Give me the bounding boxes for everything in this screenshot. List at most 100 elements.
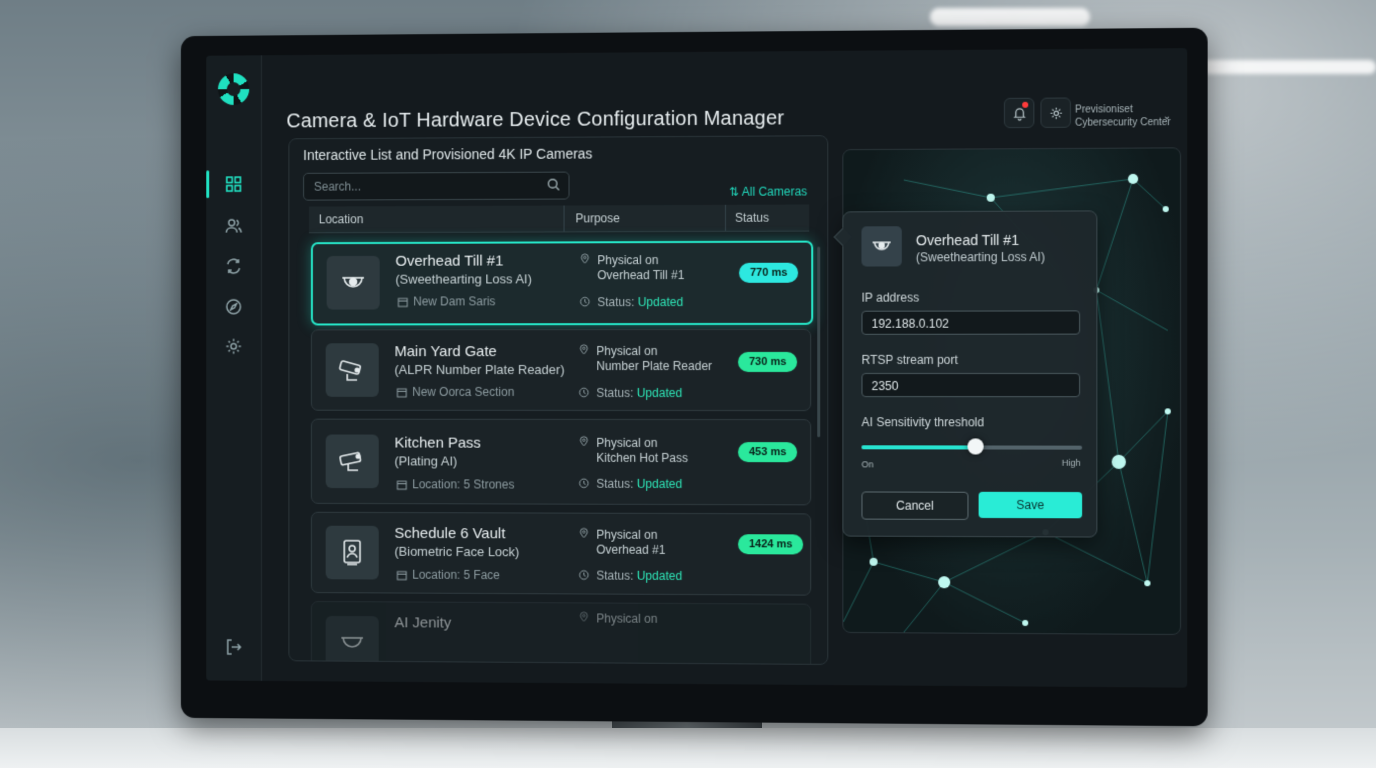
location-pin-icon [579,253,590,264]
ip-address-field[interactable]: 192.188.0.102 [861,310,1080,334]
latency-badge: 730 ms [738,352,797,372]
dome-camera-icon [327,256,380,310]
sensitivity-slider[interactable] [861,445,1082,449]
status-value: Updated [637,477,682,491]
device-purpose: Physical on Overhead Till #1 [597,253,684,283]
gear-icon [1048,105,1063,120]
popover-device-subtitle: (Sweethearting Loss AI) [916,250,1045,264]
purpose-line: Number Plate Reader [596,359,712,374]
device-name: AI Jenity [394,614,451,631]
dome-camera-icon [861,226,901,266]
clock-icon [578,478,589,489]
sidebar-item-dashboard[interactable] [206,164,261,204]
ceiling-light [1180,60,1376,74]
latency-badge: 453 ms [738,442,797,462]
settings-button[interactable] [1040,97,1070,127]
logout-button[interactable] [206,627,261,667]
status-label: Status: [596,477,633,491]
status-value: Updated [638,295,683,309]
device-location: Location: 5 Face [412,568,500,582]
location-pin-icon [578,528,589,539]
purpose-line: Physical on [596,436,688,451]
app-window: Camera & IoT Hardware Device Configurati… [206,48,1187,688]
filter-all-cameras[interactable]: ⇅ All Cameras [729,184,807,198]
gear-icon [224,336,244,356]
clock-icon [579,296,590,307]
sensitivity-label: AI Sensitivity threshold [861,415,984,429]
cancel-button[interactable]: Cancel [861,491,968,519]
sidebar-item-sync[interactable] [206,246,261,286]
status-label: Status: [597,295,634,309]
sync-icon [224,256,244,276]
device-subtitle: (ALPR Number Plate Reader) [394,362,564,377]
notification-dot [1022,102,1028,108]
desk [0,728,1376,768]
column-divider [564,206,565,232]
app-logo [218,73,249,105]
rtsp-port-field[interactable]: 2350 [861,373,1080,397]
notifications-button[interactable] [1004,98,1034,128]
status-label: Status: [596,569,633,583]
sidebar [206,55,262,681]
device-name: Kitchen Pass [394,435,480,452]
column-purpose[interactable]: Purpose [575,211,619,225]
column-location[interactable]: Location [319,212,364,226]
chevron-down-icon[interactable]: ⌄ [1163,111,1172,122]
device-status: Status: Updated [596,386,682,400]
table-row[interactable]: Schedule 6 Vault (Biometric Face Lock) L… [311,512,811,596]
device-name: Overhead Till #1 [395,253,503,270]
status-label: Status: [596,386,633,400]
calendar-icon [396,479,407,490]
column-status[interactable]: Status [735,211,769,225]
slider-min-label: On [861,459,873,469]
device-subtitle: (Sweethearting Loss AI) [395,271,531,286]
purpose-line: Physical on [596,344,712,359]
purpose-line: Physical on [597,253,684,268]
grid-icon [224,174,244,194]
column-divider [725,205,726,231]
filter-label: All Cameras [742,184,808,198]
sidebar-item-settings[interactable] [206,327,261,367]
page-title: Camera & IoT Hardware Device Configurati… [286,107,784,133]
device-purpose: Physical on Overhead #1 [596,528,665,558]
table-row[interactable]: Main Yard Gate (ALPR Number Plate Reader… [311,329,811,411]
user-name: Previsioniset [1075,103,1171,117]
device-subtitle: (Biometric Face Lock) [394,544,519,559]
popover-device-name: Overhead Till #1 [916,232,1019,248]
status-value: Updated [637,569,682,583]
table-header: Location Purpose Status [309,205,809,234]
user-org: Cybersecurity Center [1075,116,1171,130]
clock-icon [578,387,589,398]
purpose-line: Overhead Till #1 [597,268,684,283]
latency-badge: 770 ms [739,263,798,283]
search-icon [547,178,561,192]
scrollbar[interactable] [817,247,820,438]
status-value: Updated [637,386,682,400]
slider-max-label: High [1062,458,1081,468]
table-row[interactable]: Overhead Till #1 (Sweethearting Loss AI)… [311,241,813,326]
device-purpose: Physical on [596,611,657,626]
search-placeholder: Search... [314,180,361,194]
sidebar-item-compass[interactable] [206,287,261,327]
calendar-icon [396,387,407,398]
logout-icon [224,637,244,657]
list-title: Interactive List and Provisioned 4K IP C… [303,146,592,163]
calendar-icon [396,570,407,581]
save-button[interactable]: Save [979,492,1083,519]
device-status: Status: Updated [596,569,682,583]
table-row[interactable]: Kitchen Pass (Plating AI) Location: 5 St… [311,419,811,506]
device-config-popover: Overhead Till #1 (Sweethearting Loss AI)… [842,210,1097,537]
location-pin-icon [578,344,589,355]
sidebar-item-users[interactable] [206,206,261,246]
device-purpose: Physical on Kitchen Hot Pass [596,436,688,466]
location-pin-icon [578,611,589,622]
device-name: Main Yard Gate [394,343,496,360]
search-input[interactable]: Search... [303,172,569,201]
slider-handle[interactable] [968,438,984,454]
purpose-line: Physical on [596,528,665,543]
table-row[interactable]: AI Jenity Physical on [311,601,811,665]
user-menu[interactable]: Previsioniset Cybersecurity Center [1075,103,1171,130]
calendar-icon [397,297,408,308]
device-location: New Oorca Section [412,385,514,399]
face-lock-icon [326,526,379,580]
